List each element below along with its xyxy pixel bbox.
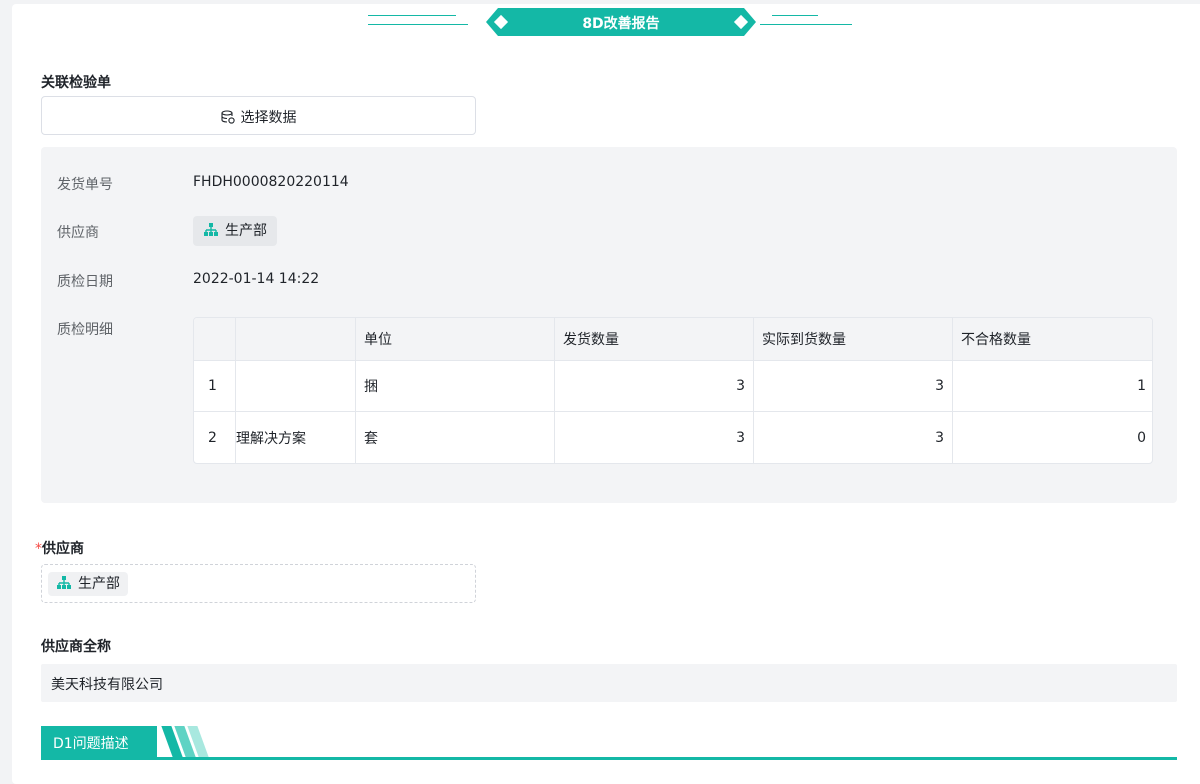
table-cell: 3 [555,412,754,463]
report-banner: 8D改善报告 [12,4,1200,38]
inspect-date-value: 2022-01-14 14:22 [193,271,320,287]
supplier-fullname-label: 供应商全称 [41,639,111,655]
table-header-row: 单位 发货数量 实际到货数量 不合格数量 [194,318,1152,361]
supplier-tag-label: 生产部 [225,223,267,239]
table-cell: 理解决方案 [236,412,356,463]
inspect-date-label: 质检日期 [57,274,113,290]
banner-line-right-bottom [760,24,852,25]
supplier-fullname-value: 美天科技有限公司 [51,677,163,693]
table-cell: 3 [555,361,754,411]
table-cell: 3 [754,361,953,411]
select-data-label: 选择数据 [240,110,297,126]
supplier-field-tag: 生产部 [48,572,128,596]
section-tab: D1问题描述 [41,726,157,757]
table-row[interactable]: 2 理解决方案 套 3 3 0 [194,412,1152,463]
table-header-cell: 单位 [356,318,555,360]
table-row[interactable]: 1 捆 3 3 1 [194,361,1152,412]
inspection-detail-panel: 发货单号 FHDH0000820220114 供应商 生产部 质检日期 2022… [41,147,1177,503]
table-header-cell [194,318,236,360]
banner-ribbon: 8D改善报告 [486,8,756,36]
d1-section-header: D1问题描述 [41,726,1177,760]
section-title: D1问题描述 [53,736,129,752]
banner-line-right-top [772,15,818,16]
org-chart-icon [204,223,218,236]
table-header-cell: 实际到货数量 [754,318,953,360]
supplier-tag: 生产部 [193,216,277,246]
supplier-field-value: 生产部 [78,576,120,592]
delivery-no-value: FHDH0000820220114 [193,174,349,190]
detail-label: 质检明细 [57,322,113,338]
supplier-label: 供应商 [57,225,99,241]
org-chart-icon [57,576,71,589]
banner-line-left-bottom [368,24,468,25]
delivery-no-label: 发货单号 [57,177,113,193]
supplier-fullname-field[interactable]: 美天科技有限公司 [41,664,1177,702]
required-mark: * [35,541,42,557]
inspection-detail-table: 单位 发货数量 实际到货数量 不合格数量 1 捆 3 3 1 2 理解决方案 套… [193,317,1153,464]
select-data-button[interactable]: 选择数据 [41,96,476,135]
database-icon [220,110,235,124]
report-title: 8D改善报告 [582,16,660,32]
table-cell: 1 [1137,378,1146,394]
table-header-cell: 不合格数量 [961,332,1031,348]
banner-line-left-top [368,15,456,16]
table-cell: 套 [356,412,555,463]
inspection-label: 关联检验单 [41,75,111,91]
table-cell [236,361,356,411]
row-index-cell: 1 [194,361,236,411]
supplier-field[interactable]: 生产部 [41,564,476,603]
table-cell: 0 [1137,429,1146,446]
table-header-cell: 发货数量 [555,318,754,360]
row-index-cell: 2 [194,412,236,463]
table-header-cell [236,318,356,360]
table-cell: 捆 [356,361,555,411]
table-cell: 3 [754,412,953,463]
supplier-field-label: *供应商 [35,541,84,557]
